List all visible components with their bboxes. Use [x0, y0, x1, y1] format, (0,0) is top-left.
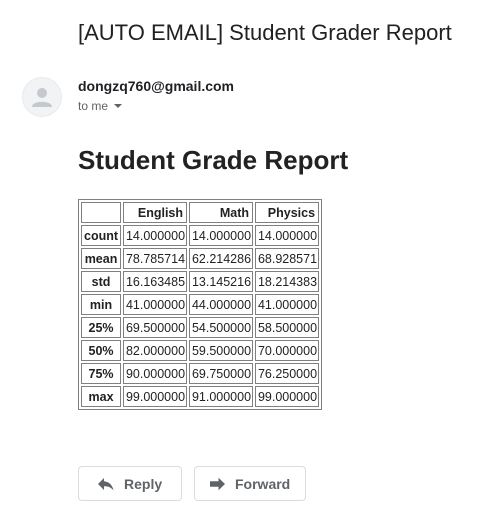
- table-cell: 99.000000: [255, 386, 320, 407]
- email-subject: [AUTO EMAIL] Student Grader Report: [78, 20, 452, 45]
- table-cell: 76.250000: [255, 363, 320, 384]
- table-cell: 68.928571: [255, 248, 320, 269]
- table-cell: 14.000000: [123, 225, 188, 246]
- table-cell: 62.214286: [189, 248, 254, 269]
- sender-avatar[interactable]: [22, 77, 62, 117]
- table-row: count 14.000000 14.000000 14.000000: [81, 225, 320, 246]
- table-cell: 91.000000: [189, 386, 254, 407]
- table-cell: 16.163485: [123, 271, 188, 292]
- table-row: 25% 69.500000 54.500000 58.500000: [81, 317, 320, 338]
- recipient-label: to me: [78, 99, 109, 113]
- column-header: Physics: [255, 202, 320, 223]
- table-cell: 90.000000: [123, 363, 188, 384]
- table-cell: 41.000000: [123, 294, 188, 315]
- row-label: count: [81, 225, 122, 246]
- table-row: min 41.000000 44.000000 41.000000: [81, 294, 320, 315]
- table-cell: 14.000000: [255, 225, 320, 246]
- forward-button[interactable]: Forward: [194, 466, 306, 501]
- forward-label: Forward: [235, 475, 291, 492]
- row-label: 75%: [81, 363, 122, 384]
- row-label: 50%: [81, 340, 122, 361]
- table-cell: 41.000000: [255, 294, 320, 315]
- table-cell: 58.500000: [255, 317, 320, 338]
- table-cell: 69.500000: [123, 317, 188, 338]
- row-label: min: [81, 294, 122, 315]
- table-cell: 14.000000: [189, 225, 254, 246]
- table-cell: 70.000000: [255, 340, 320, 361]
- table-cell: 82.000000: [123, 340, 188, 361]
- table-row: 75% 90.000000 69.750000 76.250000: [81, 363, 320, 384]
- table-row: 50% 82.000000 59.500000 70.000000: [81, 340, 320, 361]
- person-icon: [32, 88, 52, 107]
- column-header: Math: [189, 202, 254, 223]
- table-cell: 78.785714: [123, 248, 188, 269]
- column-header: English: [123, 202, 188, 223]
- row-label: 25%: [81, 317, 122, 338]
- table-cell: 99.000000: [123, 386, 188, 407]
- table-corner-cell: [81, 202, 122, 223]
- forward-arrow-icon: [209, 477, 226, 491]
- table-row: mean 78.785714 62.214286 68.928571: [81, 248, 320, 269]
- table-cell: 13.145216: [189, 271, 254, 292]
- table-cell: 59.500000: [189, 340, 254, 361]
- table-row: std 16.163485 13.145216 18.214383: [81, 271, 320, 292]
- table-row: max 99.000000 91.000000 99.000000: [81, 386, 320, 407]
- reply-arrow-icon: [97, 477, 114, 491]
- reply-label: Reply: [124, 475, 163, 492]
- sender-email[interactable]: dongzq760@gmail.com: [78, 78, 234, 94]
- report-title: Student Grade Report: [78, 145, 349, 175]
- grade-table: English Math Physics count 14.000000 14.…: [78, 199, 323, 410]
- reply-button[interactable]: Reply: [78, 466, 182, 501]
- row-label: max: [81, 386, 122, 407]
- row-label: std: [81, 271, 122, 292]
- recipient-details[interactable]: to me: [78, 99, 123, 113]
- row-label: mean: [81, 248, 122, 269]
- table-cell: 69.750000: [189, 363, 254, 384]
- table-cell: 54.500000: [189, 317, 254, 338]
- table-header-row: English Math Physics: [81, 202, 320, 223]
- email-view: [AUTO EMAIL] Student Grader Report dongz…: [0, 0, 498, 531]
- table-cell: 44.000000: [189, 294, 254, 315]
- caret-down-icon[interactable]: [114, 104, 123, 108]
- table-cell: 18.214383: [255, 271, 320, 292]
